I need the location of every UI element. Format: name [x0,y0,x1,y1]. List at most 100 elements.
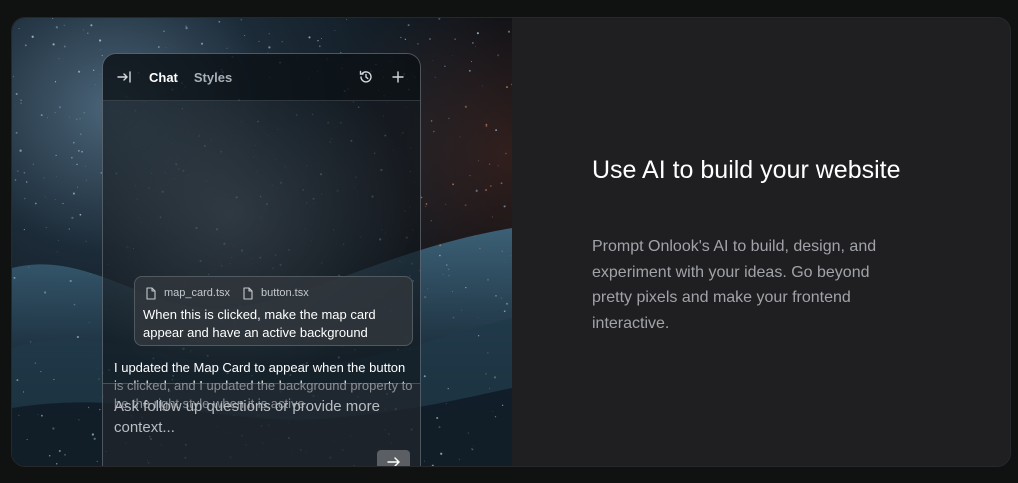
particle-dot [503,205,506,208]
arrow-right-icon [386,457,400,466]
particle-dot [78,70,81,73]
particle-dot [436,416,439,420]
particle-dot [55,154,57,157]
particle-dot [58,106,61,109]
particle-dot [24,44,27,47]
particle-dot [268,33,270,35]
particle-dot [16,170,19,173]
particle-dot [464,204,467,207]
particle-dot [432,59,433,61]
particle-dot [72,164,74,165]
particle-dot [99,408,101,411]
particle-dot [76,186,79,188]
particle-dot [446,264,448,266]
chat-input-placeholder[interactable]: Ask follow up questions or provide more … [114,396,409,438]
particle-dot [55,463,58,465]
chat-input[interactable]: Ask follow up questions or provide more … [103,383,420,466]
particle-dot [432,130,435,133]
particle-dot [442,273,444,275]
particle-dot [44,291,47,294]
particle-dot [18,414,20,417]
particle-dot [346,18,348,20]
particle-dot [56,176,58,178]
particle-dot [491,216,493,218]
plus-icon[interactable] [390,69,406,85]
particle-dot [99,49,101,51]
particle-dot [444,65,446,67]
particle-dot [71,216,74,220]
particle-dot [477,335,480,337]
particle-dot [458,458,461,461]
particle-dot [53,378,55,381]
tab-chat[interactable]: Chat [149,70,178,85]
particle-dot [14,179,17,181]
chat-panel-header: Chat Styles [103,54,420,101]
particle-dot [268,46,271,49]
particle-dot [101,54,103,57]
particle-dot [494,416,497,418]
particle-dot [440,452,443,455]
particle-dot [185,26,188,30]
particle-dot [62,203,64,205]
particle-dot [89,273,91,275]
particle-dot [73,303,76,306]
particle-dot [82,29,84,31]
particle-dot [25,181,28,183]
collapse-panel-icon[interactable] [117,69,133,85]
background-artwork: Chat Styles map_card.tsx button.tsx When… [12,18,512,466]
file-chip[interactable]: map_card.tsx [143,285,230,301]
particle-dot [19,149,22,152]
particle-dot [452,291,453,292]
particle-dot [200,42,204,45]
particle-dot [96,460,98,463]
particle-dot [64,453,66,456]
particle-dot [83,112,85,114]
particle-dot [34,362,37,364]
particle-dot [477,160,480,162]
particle-dot [334,29,336,31]
particle-dot [426,93,428,95]
particle-dot [416,42,419,45]
particle-dot [425,205,427,207]
particle-dot [504,261,506,263]
particle-dot [506,86,508,89]
particle-dot [54,112,56,114]
tab-styles[interactable]: Styles [194,70,232,85]
file-chip[interactable]: button.tsx [240,285,309,301]
particle-dot [473,445,474,446]
particle-dot [493,376,497,379]
particle-dot [474,235,476,237]
particle-dot [31,35,34,38]
particle-dot [507,30,511,33]
particle-dot [165,47,167,49]
particle-dot [258,40,260,42]
particle-dot [72,192,75,195]
particle-dot [475,45,476,47]
particle-dot [318,45,321,48]
particle-dot [34,202,37,205]
file-icon [143,285,159,301]
particle-dot [475,189,478,192]
particle-dot [13,276,16,279]
particle-dot [79,213,82,216]
particle-dot [495,129,497,131]
particle-dot [461,309,463,311]
file-name: map_card.tsx [164,287,231,299]
particle-dot [45,226,47,228]
particle-dot [427,287,428,289]
particle-dot [430,120,433,122]
particle-dot [425,203,428,205]
particle-dot [23,391,25,393]
particle-dot [505,302,509,305]
particle-dot [15,131,18,134]
history-icon[interactable] [358,69,374,85]
particle-dot [459,136,461,138]
particle-dot [12,76,14,78]
particle-dot [52,427,55,430]
particle-dot [69,279,72,283]
feature-headline: Use AI to build your website [592,156,901,184]
particle-dot [52,43,55,46]
particle-dot [79,117,81,120]
particle-dot [468,69,471,72]
send-button[interactable] [377,450,410,466]
